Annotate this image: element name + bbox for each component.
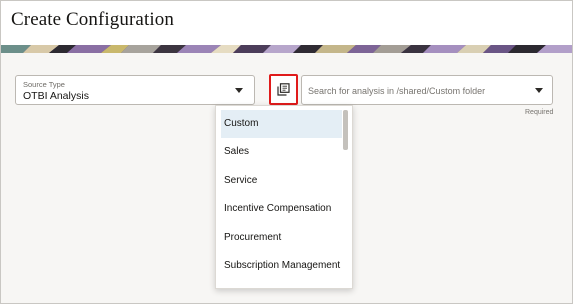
folder-dropdown-list: Custom Sales Service Incentive Compensat…	[215, 105, 353, 289]
dropdown-item-procurement[interactable]: Procurement	[221, 224, 342, 252]
dropdown-item-service[interactable]: Service	[221, 167, 342, 195]
app-frame: Create Configuration Source Type OTBI An…	[0, 0, 573, 304]
copy-icon	[277, 83, 290, 96]
chevron-down-icon	[235, 88, 243, 93]
source-type-label: Source Type	[23, 80, 65, 89]
dropdown-item-subscription-management[interactable]: Subscription Management	[221, 252, 342, 280]
dropdown-scrollbar[interactable]	[343, 110, 348, 286]
dropdown-item-sales[interactable]: Sales	[221, 138, 342, 166]
source-type-select[interactable]: Source Type OTBI Analysis	[15, 75, 255, 105]
analysis-search-input[interactable]	[308, 82, 528, 100]
page-header: Create Configuration	[1, 1, 572, 45]
banner-pattern-icon	[1, 45, 572, 53]
required-hint: Required	[525, 109, 554, 116]
dropdown-item-incentive-compensation[interactable]: Incentive Compensation	[221, 195, 342, 223]
analysis-search-field[interactable]	[301, 75, 553, 105]
dropdown-item-custom[interactable]: Custom	[221, 110, 342, 139]
chevron-down-icon[interactable]	[535, 88, 543, 93]
main-content: Source Type OTBI Analysis Required Custo…	[1, 53, 572, 303]
page-title: Create Configuration	[11, 9, 174, 30]
source-type-value: OTBI Analysis	[23, 90, 89, 102]
scrollbar-thumb[interactable]	[343, 110, 348, 150]
decorative-banner	[1, 45, 572, 53]
browse-folders-button[interactable]	[269, 74, 298, 105]
